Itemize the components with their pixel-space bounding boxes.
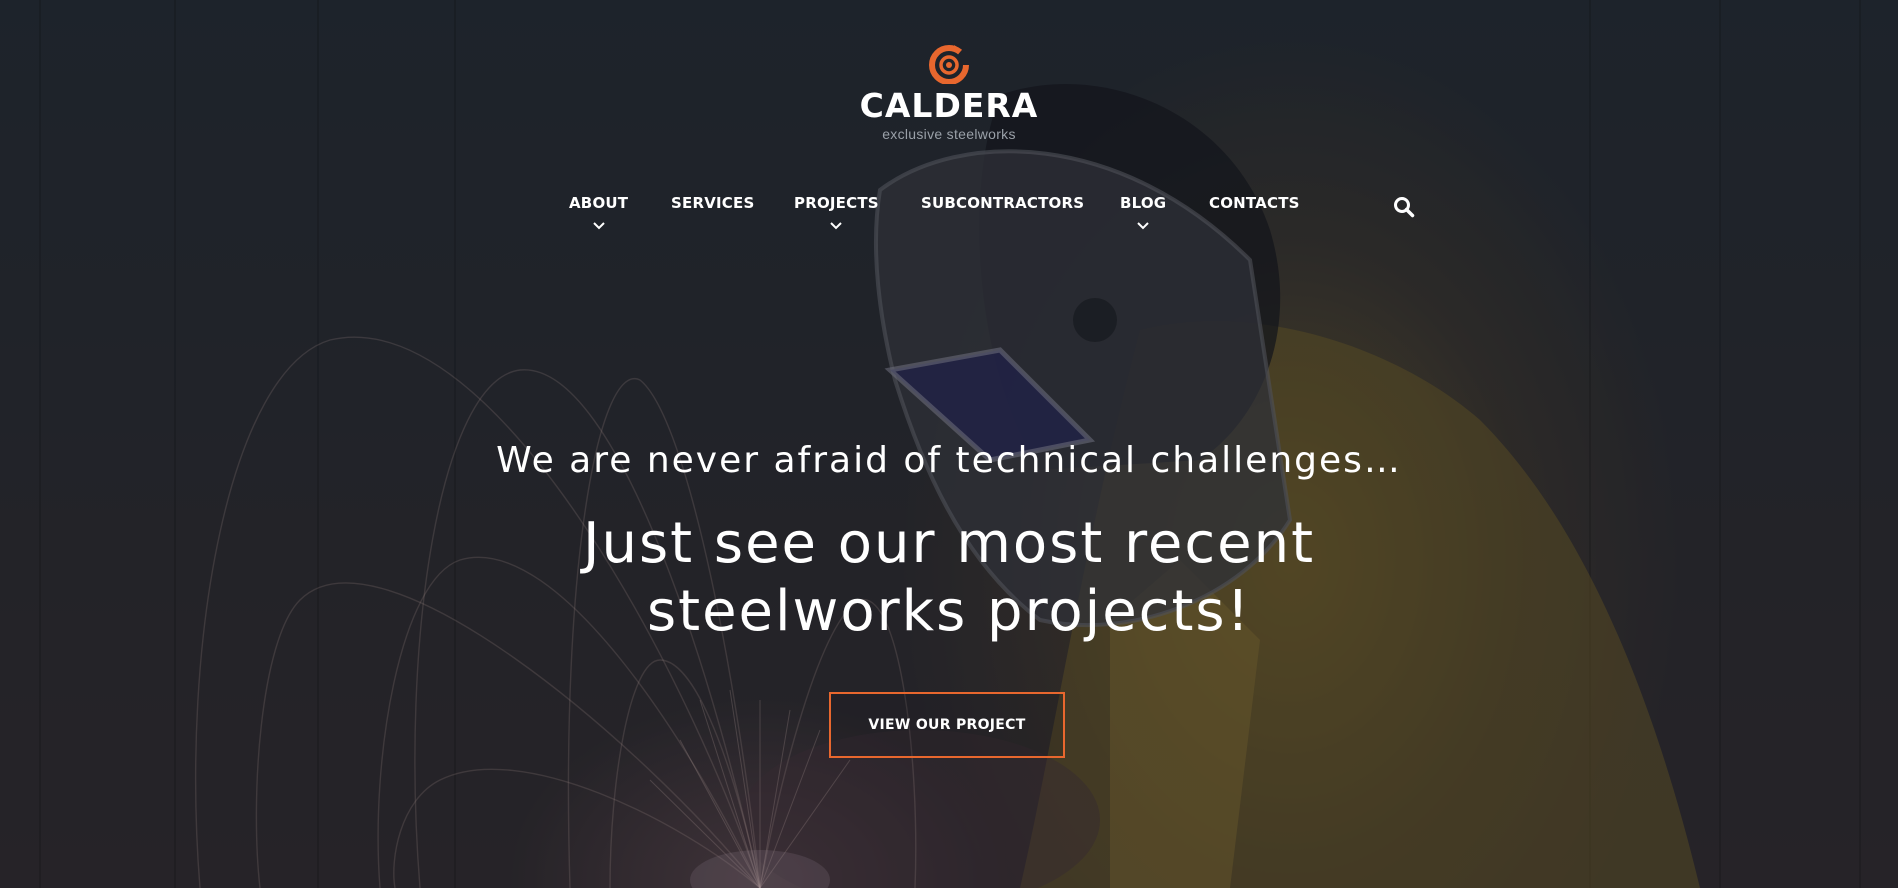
brand-name: CALDERA	[859, 86, 1039, 125]
brand-tagline: exclusive steelworks	[882, 126, 1016, 142]
hero-headline-line-1: Just see our most recent	[582, 511, 1316, 576]
site-logo[interactable]: CALDERA exclusive steelworks	[799, 42, 1099, 142]
spiral-logo-icon	[929, 45, 969, 84]
view-our-project-label: VIEW OUR PROJECT	[868, 717, 1026, 733]
main-navigation: ABOUT SERVICES PROJECTS SUBCONTRACTORS B…	[0, 194, 1898, 254]
chevron-down-icon[interactable]	[830, 222, 843, 230]
nav-label-subcontractors: SUBCONTRACTORS	[921, 194, 1085, 212]
chevron-down-icon[interactable]	[1137, 222, 1149, 230]
nav-item-projects[interactable]: PROJECTS	[794, 194, 879, 230]
hero-section: CALDERA exclusive steelworks ABOUT SERVI…	[0, 0, 1898, 888]
hero-subheadline: We are never afraid of technical challen…	[496, 440, 1402, 481]
nav-item-contacts[interactable]: CONTACTS	[1209, 194, 1300, 212]
nav-label-blog: BLOG	[1120, 194, 1167, 212]
view-our-project-button[interactable]: VIEW OUR PROJECT	[829, 692, 1065, 758]
chevron-down-icon[interactable]	[592, 222, 605, 230]
nav-item-services[interactable]: SERVICES	[671, 194, 754, 212]
nav-item-subcontractors[interactable]: SUBCONTRACTORS	[921, 194, 1084, 212]
search-icon[interactable]	[1393, 196, 1415, 218]
nav-label-projects: PROJECTS	[794, 194, 879, 212]
hero-headline-line-2: steelworks projects!	[646, 579, 1252, 644]
nav-label-contacts: CONTACTS	[1209, 194, 1300, 212]
nav-label-services: SERVICES	[671, 194, 755, 212]
nav-label-about: ABOUT	[569, 194, 629, 212]
nav-item-about[interactable]: ABOUT	[569, 194, 628, 230]
hero-headline: Just see our most recent steelworks proj…	[0, 510, 1898, 646]
nav-item-blog[interactable]: BLOG	[1120, 194, 1166, 230]
